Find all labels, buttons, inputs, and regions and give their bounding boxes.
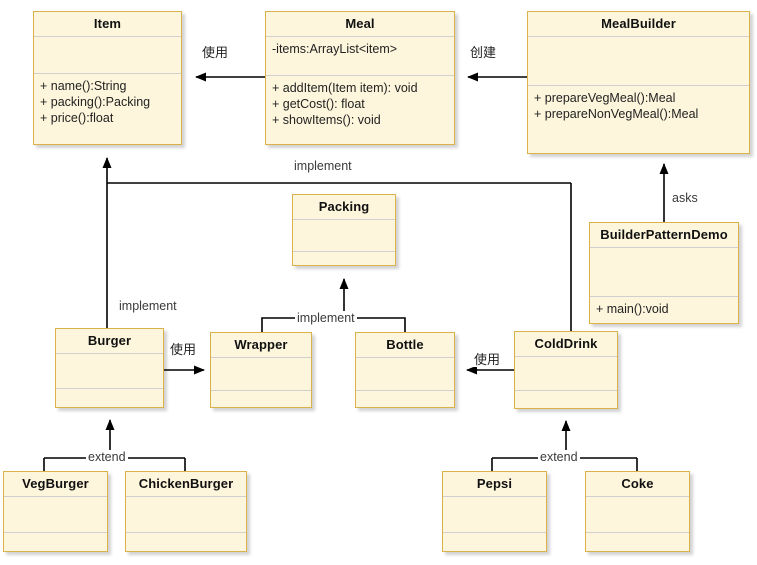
class-title-bottle: Bottle (356, 333, 454, 358)
class-attributes-colddrink (515, 357, 617, 391)
class-box-burger[interactable]: Burger (55, 328, 164, 408)
class-box-mealbuilder[interactable]: MealBuilder + prepareVegMeal():Meal + pr… (527, 11, 750, 154)
edge-label-burger-implement: implement (117, 299, 179, 314)
class-box-colddrink[interactable]: ColdDrink (514, 331, 618, 409)
class-box-chickenburger[interactable]: ChickenBurger (125, 471, 247, 552)
class-method: + showItems(): void (272, 113, 381, 127)
class-title-wrapper: Wrapper (211, 333, 311, 358)
class-methods-bottle (356, 391, 454, 413)
class-title-coke: Coke (586, 472, 689, 497)
class-method: + packing():Packing (40, 95, 151, 109)
class-box-item[interactable]: Item + name():String + packing():Packing… (33, 11, 182, 145)
class-methods-chickenburger (126, 533, 246, 555)
class-box-packing[interactable]: Packing (292, 194, 396, 266)
class-attributes-item (34, 37, 181, 74)
class-title-mealbuilder: MealBuilder (528, 12, 749, 37)
class-attributes-wrapper (211, 358, 311, 391)
class-method: + main():void (596, 302, 669, 316)
class-methods-wrapper (211, 391, 311, 413)
class-method: + addItem(Item item): void (272, 81, 418, 95)
class-attributes-meal: -items:ArrayList<item> (266, 37, 454, 76)
edge-label-meal-uses-item: 使用 (200, 45, 231, 60)
uml-diagram-canvas: Item (arrow points left into Item right … (0, 0, 757, 565)
class-attributes-burger (56, 354, 163, 389)
class-box-vegburger[interactable]: VegBurger (3, 471, 108, 552)
class-method: + prepareNonVegMeal():Meal (534, 107, 699, 121)
class-title-burger: Burger (56, 329, 163, 354)
class-attributes-packing (293, 220, 395, 252)
class-methods-packing (293, 252, 395, 274)
class-title-packing: Packing (293, 195, 395, 220)
class-methods-builderpatterndemo: + main():void (590, 297, 738, 323)
class-methods-coke (586, 533, 689, 555)
edge-label-colddrink-uses-bottle: 使用 (472, 352, 503, 367)
class-box-meal[interactable]: Meal -items:ArrayList<item> + addItem(It… (265, 11, 455, 145)
class-box-pepsi[interactable]: Pepsi (442, 471, 547, 552)
class-methods-pepsi (443, 533, 546, 555)
class-attributes-chickenburger (126, 497, 246, 533)
class-attributes-vegburger (4, 497, 107, 533)
edge-label-demo-asks-mealbuilder: asks (670, 191, 700, 206)
class-attributes-pepsi (443, 497, 546, 533)
class-methods-vegburger (4, 533, 107, 555)
class-methods-colddrink (515, 391, 617, 413)
class-title-vegburger: VegBurger (4, 472, 107, 497)
edge-label-mealbuilder-creates-meal: 创建 (468, 45, 499, 60)
edge-label-item-implement: implement (292, 159, 354, 174)
class-title-meal: Meal (266, 12, 454, 37)
class-method: + name():String (40, 79, 127, 93)
class-title-pepsi: Pepsi (443, 472, 546, 497)
class-attributes-builderpatterndemo (590, 248, 738, 297)
edge-label-packing-implement: implement (295, 311, 357, 326)
edge-label-burger-uses-wrapper: 使用 (168, 342, 199, 357)
class-methods-burger (56, 389, 163, 411)
edge-label-colddrink-extend: extend (538, 450, 580, 465)
class-attributes-mealbuilder (528, 37, 749, 86)
class-methods-mealbuilder: + prepareVegMeal():Meal + prepareNonVegM… (528, 86, 749, 153)
class-method: + price():float (40, 111, 114, 125)
class-methods-meal: + addItem(Item item): void + getCost(): … (266, 76, 454, 144)
class-method: + prepareVegMeal():Meal (534, 91, 676, 105)
class-title-chickenburger: ChickenBurger (126, 472, 246, 497)
class-title-builderpatterndemo: BuilderPatternDemo (590, 223, 738, 248)
class-box-bottle[interactable]: Bottle (355, 332, 455, 408)
class-method: + getCost(): float (272, 97, 365, 111)
edge-label-burger-extend: extend (86, 450, 128, 465)
class-title-item: Item (34, 12, 181, 37)
class-title-colddrink: ColdDrink (515, 332, 617, 357)
class-box-wrapper[interactable]: Wrapper (210, 332, 312, 408)
class-attributes-coke (586, 497, 689, 533)
class-attributes-bottle (356, 358, 454, 391)
class-attribute: -items:ArrayList<item> (272, 42, 398, 56)
class-box-coke[interactable]: Coke (585, 471, 690, 552)
class-box-builderpatterndemo[interactable]: BuilderPatternDemo + main():void (589, 222, 739, 324)
class-methods-item: + name():String + packing():Packing + pr… (34, 74, 181, 144)
